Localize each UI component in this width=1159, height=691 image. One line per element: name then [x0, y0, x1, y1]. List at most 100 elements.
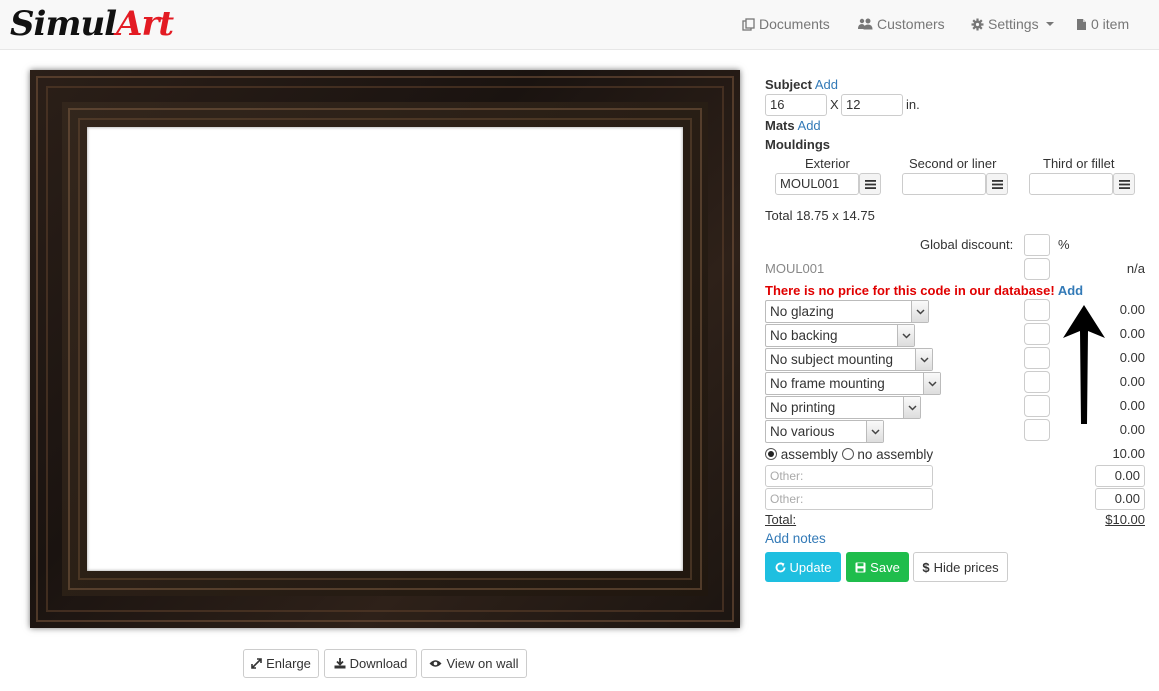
frame-mounting-checkbox[interactable] [1024, 371, 1050, 393]
warning-add-link[interactable]: Add [1058, 283, 1083, 298]
other-price-input-1[interactable]: 0.00 [1095, 465, 1145, 487]
percent-label: % [1058, 237, 1070, 252]
backing-select-value: No backing [770, 328, 838, 343]
subject-row: Subject Add [765, 77, 838, 93]
list-icon [864, 179, 876, 189]
nav-cart[interactable]: 0 item [1076, 16, 1129, 32]
other-price-input-2[interactable]: 0.00 [1095, 488, 1145, 510]
floppy-icon [855, 562, 866, 572]
no-assembly-radio[interactable] [841, 448, 854, 460]
subject-width-input[interactable]: 16 [765, 94, 827, 116]
nav-customers[interactable]: Customers [858, 16, 945, 32]
backing-select[interactable]: No backing [765, 324, 915, 347]
hide-prices-label: Hide prices [933, 559, 999, 575]
second-list-button[interactable] [986, 173, 1008, 195]
other-input-1[interactable]: Other: [765, 465, 933, 487]
chevron-down-icon [866, 421, 883, 442]
view-on-wall-button[interactable]: View on wall [421, 649, 527, 678]
users-icon [858, 18, 873, 30]
enlarge-button[interactable]: Enlarge [243, 649, 319, 678]
global-discount-input[interactable] [1024, 234, 1050, 256]
expand-icon [251, 658, 262, 669]
exterior-moulding-input[interactable]: MOUL001 [775, 173, 859, 195]
second-liner-label: Second or liner [909, 156, 997, 171]
other-input-2[interactable]: Other: [765, 488, 933, 510]
global-discount-label: Global discount: [920, 237, 1014, 252]
frame-preview[interactable] [30, 70, 740, 628]
nav-customers-label: Customers [877, 16, 945, 32]
various-checkbox[interactable] [1024, 419, 1050, 441]
download-label: Download [349, 656, 408, 671]
mats-add-link[interactable]: Add [798, 118, 821, 133]
caret-down-icon [1045, 22, 1054, 26]
eye-icon [429, 660, 442, 667]
nav-cart-label: 0 item [1091, 16, 1130, 32]
subject-mounting-select[interactable]: No subject mounting [765, 348, 933, 371]
view-on-wall-label: View on wall [446, 656, 519, 671]
total-label: Total: [765, 512, 797, 527]
mats-label: Mats [765, 118, 795, 133]
third-fillet-label: Third or fillet [1043, 156, 1115, 171]
nav-settings[interactable]: Settings [971, 16, 1054, 32]
download-button[interactable]: Download [324, 649, 417, 678]
chevron-down-icon [911, 301, 928, 322]
enlarge-label: Enlarge [266, 656, 311, 671]
subject-mounting-checkbox[interactable] [1024, 347, 1050, 369]
glazing-select[interactable]: No glazing [765, 300, 929, 323]
download-icon [334, 658, 346, 669]
update-label: Update [789, 559, 832, 575]
dollar-icon: $ [922, 559, 930, 575]
add-notes-link[interactable]: Add notes [765, 531, 826, 547]
assembly-options: assembly no assembly [765, 447, 933, 463]
printing-price: 0.00 [1119, 398, 1145, 413]
subject-mounting-select-value: No subject mounting [770, 352, 894, 367]
nav-documents-label: Documents [759, 16, 830, 32]
annotation-arrow [1063, 305, 1105, 424]
subject-label: Subject [765, 77, 812, 92]
various-select-value: No various [770, 424, 835, 439]
total-size-text: Total 18.75 x 14.75 [765, 208, 875, 223]
chevron-down-icon [915, 349, 932, 370]
chevron-down-icon [923, 373, 940, 394]
exterior-list-button[interactable] [859, 173, 881, 195]
mats-row: Mats Add [765, 118, 821, 134]
file-icon [1077, 18, 1086, 30]
total-value: $10.00 [1105, 512, 1145, 527]
various-select[interactable]: No various [765, 420, 884, 443]
simulart-logo[interactable]: SimulArt [10, 3, 174, 45]
list-icon [991, 179, 1003, 189]
subject-area [87, 127, 683, 571]
warning-text: There is no price for this code in our d… [765, 283, 1055, 298]
no-assembly-label: no assembly [857, 447, 934, 462]
printing-select[interactable]: No printing [765, 396, 921, 419]
documents-icon [742, 17, 755, 31]
third-list-button[interactable] [1113, 173, 1135, 195]
mouldings-label: Mouldings [765, 137, 830, 152]
list-icon [1118, 179, 1130, 189]
backing-checkbox[interactable] [1024, 323, 1050, 345]
second-liner-input[interactable] [902, 173, 986, 195]
frame-mounting-select[interactable]: No frame mounting [765, 372, 941, 395]
update-button[interactable]: Update [765, 552, 841, 582]
assembly-radio[interactable] [765, 448, 777, 460]
save-button[interactable]: Save [846, 552, 909, 582]
subject-add-link[interactable]: Add [815, 77, 838, 92]
nav-documents[interactable]: Documents [742, 16, 830, 32]
third-fillet-input[interactable] [1029, 173, 1113, 195]
moulding-line-code: MOUL001 [765, 261, 825, 276]
top-navbar: SimulArt Documents Customers Settings 0 … [0, 0, 1159, 50]
backing-price: 0.00 [1119, 326, 1145, 341]
hide-prices-button[interactable]: $ Hide prices [913, 552, 1008, 582]
gear-icon [971, 18, 984, 30]
frame-mounting-price: 0.00 [1119, 374, 1145, 389]
unit-label: in. [906, 97, 920, 112]
chevron-down-icon [903, 397, 920, 418]
refresh-icon [775, 562, 785, 572]
moulding-line-checkbox[interactable] [1024, 258, 1050, 280]
exterior-label: Exterior [805, 156, 850, 171]
subject-height-input[interactable]: 12 [841, 94, 903, 116]
chevron-down-icon [897, 325, 914, 346]
glazing-checkbox[interactable] [1024, 299, 1050, 321]
printing-checkbox[interactable] [1024, 395, 1050, 417]
various-price: 0.00 [1119, 422, 1145, 437]
